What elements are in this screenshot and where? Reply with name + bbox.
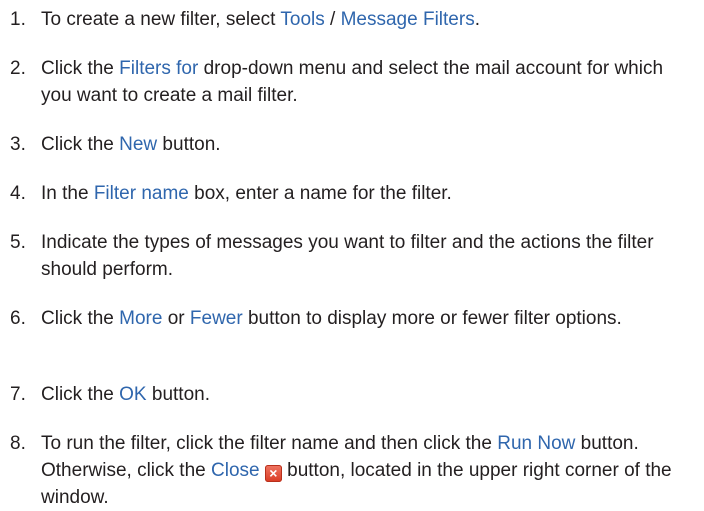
step-text: Click the More or Fewer button to displa… (41, 308, 622, 329)
step-text: To run the filter, click the filter name… (41, 433, 672, 508)
step-number: 5. (10, 232, 26, 253)
step-text: To create a new filter, select Tools / M… (41, 9, 480, 30)
step-number: 2. (10, 58, 26, 79)
filter-name-box-ref: Filter name (93, 183, 189, 204)
close-button-ref: Close (211, 460, 260, 481)
more-button-ref: More (119, 308, 163, 329)
step-5: 5. Indicate the types of messages you wa… (10, 229, 698, 283)
menu-tools: Tools (280, 9, 325, 30)
step-text: Click the New button. (41, 134, 221, 155)
ok-button-ref: OK (119, 384, 147, 405)
instruction-steps: 1. To create a new filter, select Tools … (0, 0, 704, 510)
step-2: 2. Click the Filters for drop-down menu … (10, 55, 698, 109)
step-text: Indicate the types of messages you want … (41, 232, 654, 280)
step-text: Click the OK button. (41, 384, 210, 405)
step-8: 8. To run the filter, click the filter n… (10, 430, 698, 511)
menu-message-filters: Message Filters (340, 9, 475, 30)
step-number: 7. (10, 384, 26, 405)
step-1: 1. To create a new filter, select Tools … (10, 6, 698, 33)
step-number: 3. (10, 134, 26, 155)
step-6: 6. Click the More or Fewer button to dis… (10, 305, 698, 332)
step-number: 8. (10, 433, 26, 454)
step-7: 7. Click the OK button. (10, 381, 698, 408)
run-now-button-ref: Run Now (497, 433, 576, 454)
filters-for-dropdown-ref: Filters for (119, 58, 199, 79)
step-3: 3. Click the New button. (10, 131, 698, 158)
step-text: Click the Filters for drop-down menu and… (41, 58, 664, 106)
step-number: 1. (10, 9, 26, 30)
fewer-button-ref: Fewer (189, 308, 243, 329)
step-text: In the Filter name box, enter a name for… (41, 183, 452, 204)
new-button-ref: New (119, 134, 158, 155)
step-number: 4. (10, 183, 26, 204)
close-icon: × (264, 465, 282, 482)
step-4: 4. In the Filter name box, enter a name … (10, 180, 698, 207)
step-number: 6. (10, 308, 26, 329)
